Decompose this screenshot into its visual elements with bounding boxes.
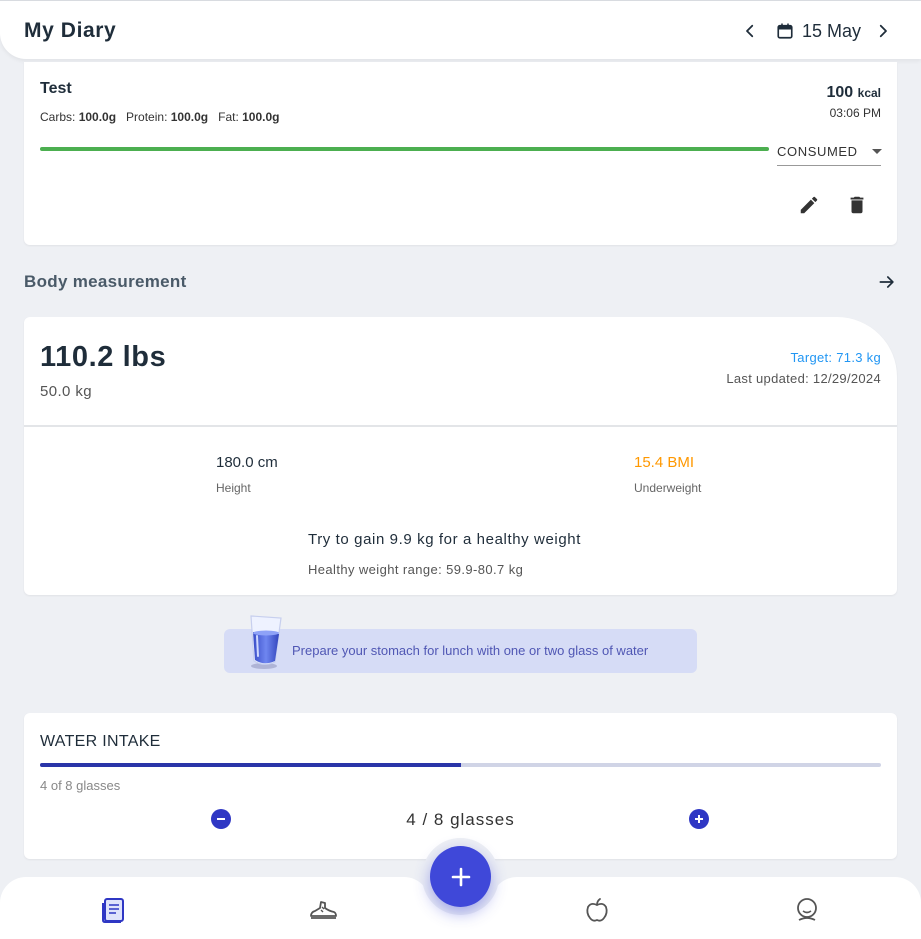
chevron-left-icon — [746, 24, 754, 38]
activity-icon — [310, 901, 337, 919]
macro-protein: Protein: 100.0g — [126, 110, 208, 124]
caret-down-icon — [871, 149, 882, 154]
trash-icon — [850, 196, 864, 214]
macro-label: Fat: — [218, 110, 239, 124]
macro-carbs: Carbs: 100.0g — [40, 110, 116, 124]
app-header: My Diary 15 May — [0, 0, 921, 59]
chevron-right-icon — [879, 24, 887, 38]
last-updated: Last updated: 12/29/2024 — [726, 371, 881, 386]
plus-icon — [695, 815, 703, 823]
water-progress-track — [40, 763, 881, 767]
body-measurement-title: Body measurement — [24, 272, 187, 291]
status-dropdown-value: CONSUMED — [777, 144, 858, 159]
nav-right-panel — [491, 877, 921, 939]
macro-value: 100.0g — [242, 110, 280, 124]
macro-label: Protein: — [126, 110, 168, 124]
macro-label: Carbs: — [40, 110, 76, 124]
food-time: 03:06 PM — [829, 106, 881, 120]
bmi-value: 15.4 BMI — [634, 454, 695, 471]
consumed-progress-bar — [40, 147, 769, 151]
water-progress-fill — [40, 763, 461, 767]
weight-lbs: 110.2 lbs — [40, 341, 167, 373]
food-calories: 100 kcal — [826, 84, 881, 102]
profile-icon — [797, 898, 817, 921]
weight-advice: Try to gain 9.9 kg for a healthy weight — [308, 531, 581, 548]
body-measurement-open-button[interactable] — [877, 272, 897, 292]
date-picker-button[interactable]: 15 May — [776, 21, 861, 42]
delete-button[interactable] — [841, 189, 873, 221]
macro-fat: Fat: 100.0g — [218, 110, 279, 124]
weight-kg: 50.0 kg — [40, 383, 93, 400]
edit-button[interactable] — [793, 189, 825, 221]
healthy-weight-range: Healthy weight range: 59.9-80.7 kg — [308, 562, 524, 577]
macro-value: 100.0g — [78, 110, 117, 124]
food-name: Test — [40, 80, 72, 97]
pencil-icon — [800, 196, 818, 214]
arrow-right-icon — [879, 276, 894, 288]
nav-left-panel — [0, 877, 430, 939]
water-count: 4 / 8 glasses — [406, 810, 515, 829]
status-dropdown[interactable]: CONSUMED — [777, 138, 882, 166]
add-entry-fab[interactable] — [430, 846, 491, 907]
calendar-icon — [777, 23, 793, 39]
height-label: Height — [216, 481, 251, 495]
tip-text: Prepare your stomach for lunch with one … — [292, 643, 649, 658]
water-glass-icon — [250, 615, 282, 669]
height-value: 180.0 cm — [216, 454, 278, 471]
water-intake-subtitle: 4 of 8 glasses — [40, 778, 121, 793]
nav-profile[interactable] — [792, 895, 822, 925]
nav-diary[interactable] — [98, 895, 128, 925]
water-intake-title: WATER INTAKE — [40, 733, 161, 750]
diary-icon — [102, 898, 124, 923]
date-navigator: 15 May — [736, 15, 897, 47]
food-entry-card: Test Carbs: 100.0g Protein: 100.0g Fat: … — [24, 62, 897, 245]
kcal-unit: kcal — [857, 86, 881, 100]
macro-value: 100.0g — [170, 110, 209, 124]
current-date: 15 May — [801, 20, 861, 41]
divider — [24, 425, 897, 427]
add-glass-button[interactable] — [689, 809, 709, 829]
nav-nutrition[interactable] — [582, 895, 612, 925]
macros-row: Carbs: 100.0g Protein: 100.0g Fat: 100.0… — [40, 110, 279, 124]
nutrition-icon — [586, 898, 608, 922]
next-day-button[interactable] — [869, 17, 897, 45]
kcal-value: 100 — [826, 84, 854, 101]
water-tip-banner: Prepare your stomach for lunch with one … — [224, 629, 697, 673]
previous-day-button[interactable] — [736, 17, 764, 45]
plus-icon — [451, 867, 470, 886]
body-measurement-card[interactable]: 110.2 lbs 50.0 kg Target: 71.3 kg Last u… — [24, 317, 897, 595]
page-title: My Diary — [24, 19, 117, 42]
bmi-category: Underweight — [634, 481, 702, 495]
target-weight: Target: 71.3 kg — [790, 350, 881, 365]
nav-activity[interactable] — [308, 895, 338, 925]
